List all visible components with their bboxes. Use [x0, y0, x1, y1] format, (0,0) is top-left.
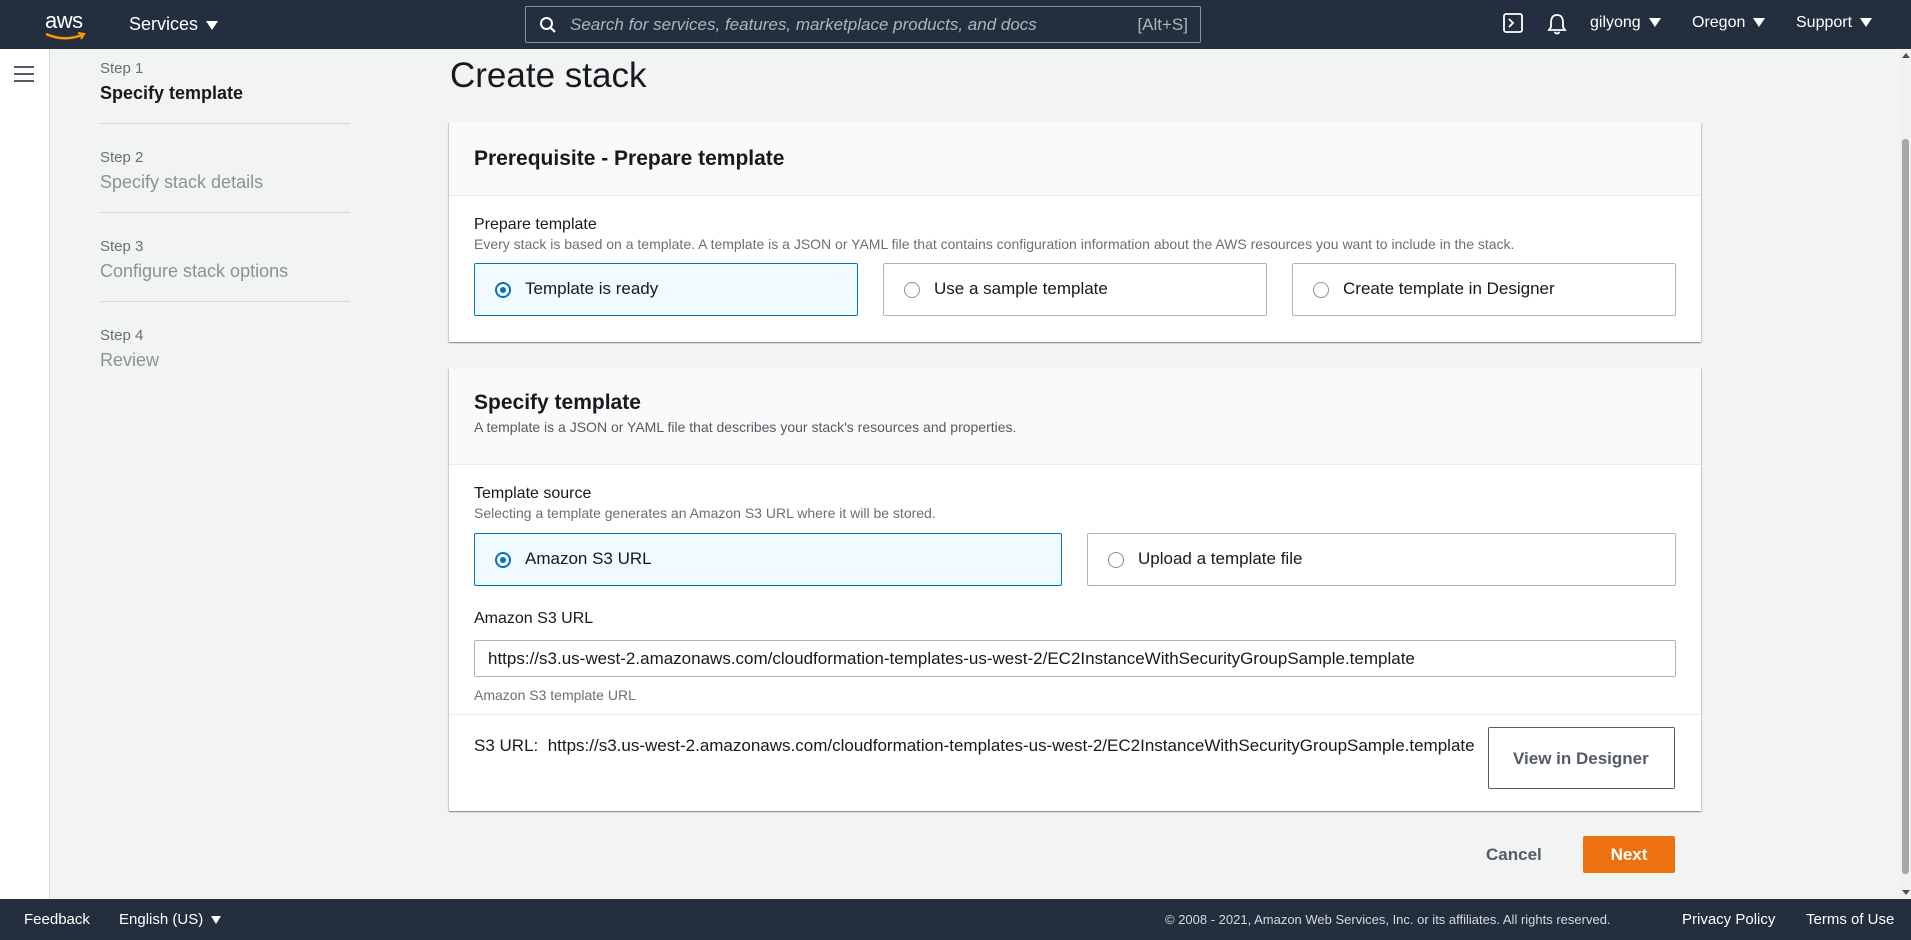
step-3[interactable]: Step 3 Configure stack options	[100, 238, 350, 302]
option-label: Upload a template file	[1138, 549, 1303, 568]
scroll-up-arrow-icon[interactable]	[1902, 53, 1910, 58]
search-icon	[540, 17, 556, 33]
prepare-template-description: Every stack is based on a template. A te…	[474, 236, 1515, 252]
s3-url-summary: S3 URL: https://s3.us-west-2.amazonaws.c…	[449, 714, 1701, 811]
next-button[interactable]: Next	[1583, 836, 1675, 873]
wizard-steps: Step 1 Specify template Step 2 Specify s…	[100, 60, 350, 415]
step-title: Specify template	[100, 83, 244, 103]
s3-url-label: Amazon S3 URL	[474, 610, 594, 627]
step-number: Step 3	[100, 238, 144, 255]
view-in-designer-button[interactable]: View in Designer	[1488, 727, 1675, 789]
support-menu[interactable]: Support	[1796, 14, 1873, 32]
step-number: Step 1	[100, 60, 144, 77]
step-2[interactable]: Step 2 Specify stack details	[100, 149, 350, 213]
services-menu[interactable]: Services	[129, 14, 219, 35]
step-title: Review	[100, 350, 160, 370]
caret-down-icon	[206, 20, 219, 30]
step-title: Specify stack details	[100, 172, 264, 192]
services-label: Services	[129, 14, 199, 34]
template-source-description: Selecting a template generates an Amazon…	[474, 505, 936, 521]
bell-icon[interactable]	[1546, 12, 1568, 41]
side-navigation-strip	[0, 49, 50, 899]
option-label: Create template in Designer	[1343, 279, 1555, 298]
caret-down-icon	[1860, 18, 1873, 28]
container-header: Prerequisite - Prepare template	[449, 122, 1701, 196]
caret-down-icon	[211, 916, 222, 925]
scrollbar-thumb[interactable]	[1902, 139, 1909, 874]
copyright-text: © 2008 - 2021, Amazon Web Services, Inc.…	[1165, 912, 1611, 927]
step-1[interactable]: Step 1 Specify template	[100, 60, 350, 124]
page-title: Create stack	[450, 56, 647, 95]
user-label: gilyong	[1590, 14, 1641, 31]
search-input[interactable]	[570, 7, 1110, 42]
terms-of-use-link[interactable]: Terms of Use	[1806, 911, 1894, 928]
s3-url-input[interactable]	[474, 640, 1676, 677]
radio-selected-icon	[495, 282, 511, 298]
hamburger-menu-icon[interactable]	[14, 66, 34, 87]
option-label: Template is ready	[525, 279, 659, 298]
radio-unselected-icon	[1313, 282, 1329, 298]
language-label: English (US)	[119, 911, 204, 928]
step-title: Configure stack options	[100, 261, 289, 281]
privacy-policy-link[interactable]: Privacy Policy	[1682, 911, 1775, 928]
user-menu[interactable]: gilyong	[1590, 14, 1661, 32]
container-body: Template source Selecting a template gen…	[449, 465, 1701, 811]
template-ready-option[interactable]: Template is ready	[474, 263, 858, 316]
s3-url-hint: Amazon S3 template URL	[474, 687, 636, 703]
scroll-down-arrow-icon[interactable]	[1902, 890, 1910, 895]
radio-selected-icon	[495, 552, 511, 568]
footer: Feedback English (US) © 2008 - 2021, Ama…	[0, 899, 1911, 940]
aws-logo[interactable]: aws	[44, 8, 90, 42]
feedback-link[interactable]: Feedback	[24, 911, 90, 928]
region-menu[interactable]: Oregon	[1692, 14, 1766, 32]
prepare-template-label: Prepare template	[474, 216, 597, 233]
container-description: A template is a JSON or YAML file that d…	[474, 419, 1017, 435]
step-4[interactable]: Step 4 Review	[100, 327, 350, 390]
upload-file-option[interactable]: Upload a template file	[1087, 533, 1676, 586]
top-navigation: aws Services [Alt+S] gilyong Oregon S	[0, 0, 1911, 49]
s3-url-text: S3 URL: https://s3.us-west-2.amazonaws.c…	[474, 733, 1494, 758]
support-label: Support	[1796, 14, 1853, 31]
container-body: Prepare template Every stack is based on…	[449, 196, 1701, 342]
caret-down-icon	[1753, 18, 1766, 28]
step-number: Step 2	[100, 149, 144, 166]
prerequisite-container: Prerequisite - Prepare template Prepare …	[449, 122, 1701, 342]
sample-template-option[interactable]: Use a sample template	[883, 263, 1267, 316]
s3-url-option[interactable]: Amazon S3 URL	[474, 533, 1062, 586]
option-label: Use a sample template	[934, 279, 1108, 298]
radio-unselected-icon	[904, 282, 920, 298]
aws-logo-text: aws	[45, 8, 83, 33]
option-label: Amazon S3 URL	[525, 549, 652, 568]
s3-url-prefix: S3 URL:	[474, 736, 539, 755]
step-number: Step 4	[100, 327, 144, 344]
aws-smile-icon	[45, 32, 86, 40]
radio-unselected-icon	[1108, 552, 1124, 568]
language-selector[interactable]: English (US)	[119, 911, 222, 928]
container-header: Specify template A template is a JSON or…	[449, 368, 1701, 465]
template-source-label: Template source	[474, 485, 592, 502]
cloudshell-icon[interactable]	[1502, 12, 1524, 39]
container-title: Specify template	[474, 391, 641, 414]
cancel-button[interactable]: Cancel	[1470, 836, 1558, 873]
search-bar[interactable]: [Alt+S]	[525, 6, 1201, 43]
specify-template-container: Specify template A template is a JSON or…	[449, 368, 1701, 811]
region-label: Oregon	[1692, 14, 1746, 31]
s3-url-value: https://s3.us-west-2.amazonaws.com/cloud…	[547, 736, 1475, 755]
designer-template-option[interactable]: Create template in Designer	[1292, 263, 1676, 316]
page-scrollbar[interactable]	[1900, 49, 1911, 899]
caret-down-icon	[1648, 18, 1661, 28]
container-title: Prerequisite - Prepare template	[474, 147, 785, 170]
search-shortcut: [Alt+S]	[1137, 15, 1188, 34]
